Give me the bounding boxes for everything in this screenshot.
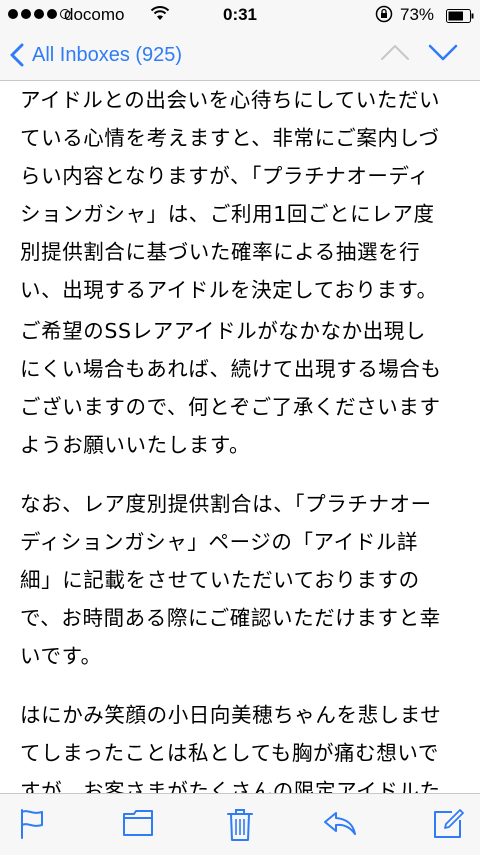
previous-message-button[interactable] bbox=[380, 42, 410, 66]
move-to-folder-button[interactable] bbox=[122, 808, 154, 842]
text-line: ようお願いいたします。 bbox=[20, 433, 251, 457]
message-paragraph: アイドルとの出会いを心待ちにしていただい ている心情を考えますと、非常にご案内し… bbox=[20, 81, 480, 309]
text-line: にくい場合もあれば、続けて出現する場合も bbox=[20, 357, 442, 381]
chevron-up-icon bbox=[381, 45, 409, 60]
text-line: てしまったことは私としても胸が痛む想いで bbox=[20, 741, 439, 765]
text-line: ションガシャ」は、ご利用1回ごとにレア度 bbox=[20, 202, 435, 226]
reply-icon bbox=[324, 812, 356, 835]
text-line: ご希望のSSレアアイドルがなかなか出現し bbox=[20, 319, 426, 343]
text-line: すが、お客さまがたくさんの限定アイドルた bbox=[20, 779, 441, 793]
back-to-inboxes-button[interactable]: All Inboxes (925) bbox=[10, 38, 182, 72]
chevron-left-icon bbox=[10, 43, 24, 67]
text-line: らい内容となりますが、「プラチナオーディ bbox=[20, 164, 430, 188]
battery-icon bbox=[446, 8, 474, 28]
text-line: なお、レア度別提供割合は、「プラチナオー bbox=[20, 492, 432, 516]
trash-icon bbox=[227, 809, 253, 841]
signal-strength-icon bbox=[8, 9, 70, 19]
folder-icon bbox=[123, 810, 153, 836]
battery-percentage: 73% bbox=[400, 5, 435, 24]
text-line: ている心情を考えますと、非常にご案内しづ bbox=[20, 126, 440, 150]
text-line: い、出現するアイドルを決定しております。 bbox=[20, 278, 438, 302]
compose-button[interactable] bbox=[432, 808, 464, 844]
next-message-button[interactable] bbox=[428, 42, 458, 66]
chevron-down-icon bbox=[428, 44, 458, 61]
bottom-toolbar bbox=[0, 793, 480, 855]
text-line: ございますので、何とぞご了承くださいます bbox=[20, 395, 441, 419]
text-line: アイドルとの出会いを心待ちにしていただい bbox=[20, 88, 441, 112]
text-line: はにかみ笑顔の小日向美穂ちゃんを悲しませ bbox=[20, 703, 442, 727]
delete-button[interactable] bbox=[226, 808, 254, 846]
wifi-icon bbox=[150, 5, 170, 26]
message-paragraph: はにかみ笑顔の小日向美穂ちゃんを悲しませ てしまったことは私としても胸が痛む想い… bbox=[20, 696, 480, 793]
flag-icon bbox=[21, 809, 43, 839]
text-line: いです。 bbox=[20, 644, 102, 668]
message-paragraph: なお、レア度別提供割合は、「プラチナオー ディションガシャ」ページの「アイドル詳… bbox=[20, 485, 480, 675]
text-line: 細」に記載をさせていただいておりますの bbox=[20, 568, 420, 592]
carrier-name: docomo bbox=[64, 5, 125, 24]
text-line: 別提供割合に基づいた確率による抽選を行 bbox=[20, 240, 421, 264]
message-body: アイドルとの出会いを心待ちにしていただい ている心情を考えますと、非常にご案内し… bbox=[0, 81, 480, 793]
navigation-bar: All Inboxes (925) bbox=[0, 30, 480, 81]
compose-icon bbox=[434, 809, 464, 838]
status-bar: docomo 0:31 73% bbox=[0, 0, 480, 30]
text-line: で、お時間ある際にご確認いただけますと幸 bbox=[20, 606, 441, 630]
reply-button[interactable] bbox=[322, 808, 358, 842]
message-paragraph: ご希望のSSレアアイドルがなかなか出現し にくい場合もあれば、続けて出現する場合… bbox=[20, 312, 480, 464]
orientation-lock-icon bbox=[375, 5, 393, 28]
back-button-label: All Inboxes (925) bbox=[32, 43, 183, 66]
flag-button[interactable] bbox=[18, 808, 46, 844]
text-line: ディションガシャ」ページの「アイドル詳 bbox=[20, 530, 419, 554]
